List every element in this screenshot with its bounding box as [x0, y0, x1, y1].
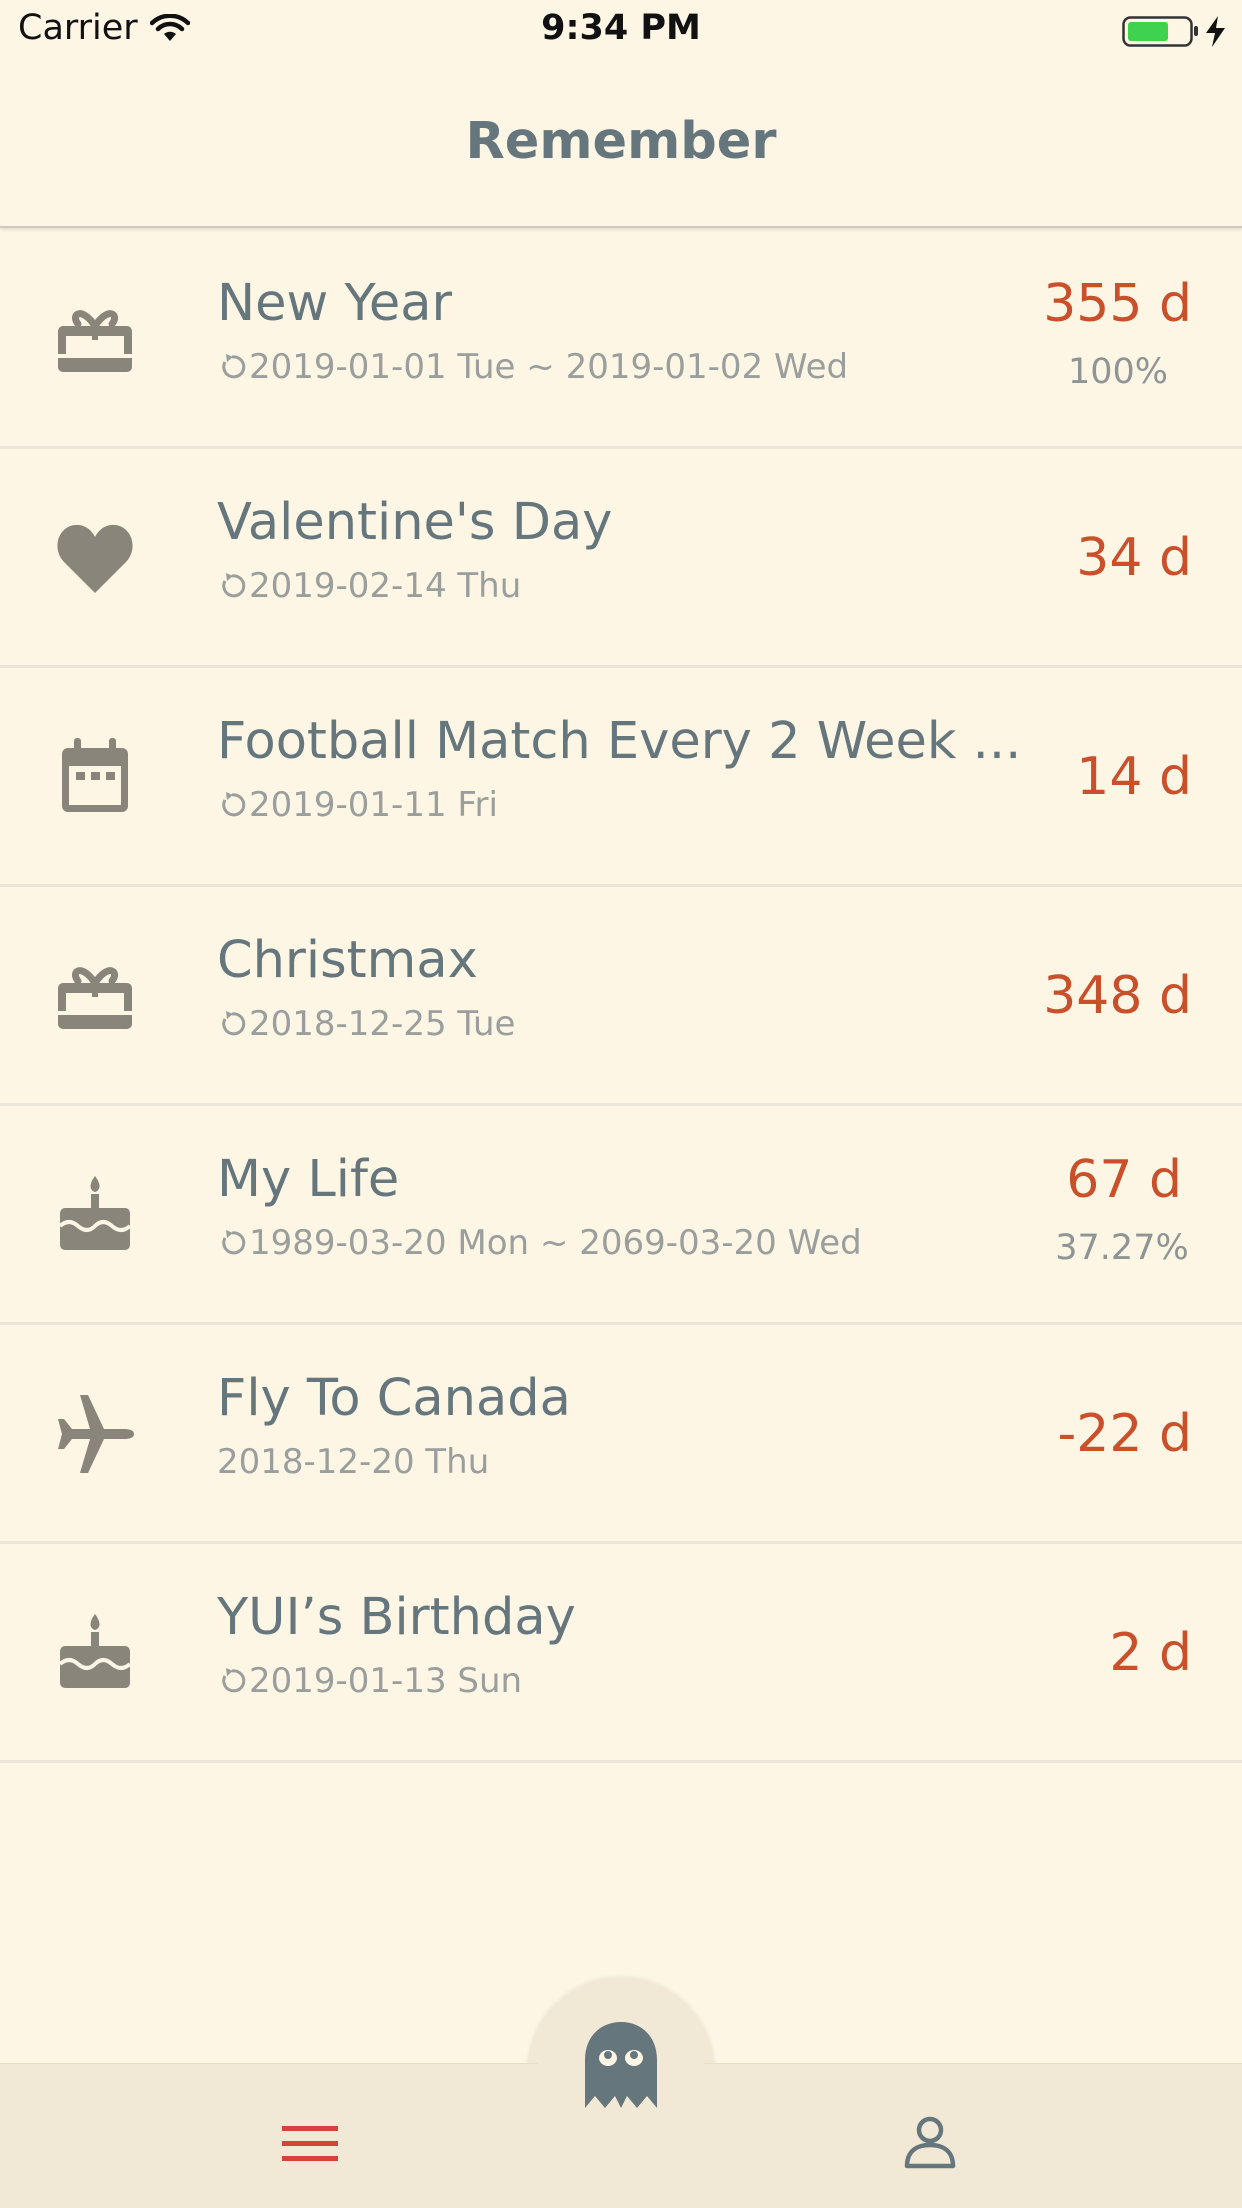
event-dates: 2019-01-01 Tue ~ 2019-01-02 Wed [217, 347, 848, 387]
event-title: My Life [217, 1150, 400, 1209]
status-time: 9:34 PM [541, 8, 701, 48]
repeat-icon [222, 354, 246, 379]
repeat-icon [222, 1230, 246, 1255]
event-date-text: 2019-01-01 Tue ~ 2019-01-02 Wed [249, 347, 849, 387]
repeat-icon [222, 1668, 246, 1693]
event-row-fly-to-canada[interactable]: Fly To Canada 2018-12-20 Thu -22 d [0, 1325, 1242, 1544]
progress-percent: 100% [1067, 352, 1169, 392]
event-date-text: 2018-12-25 Tue [249, 1004, 516, 1044]
event-dates: 1989-03-20 Mon ~ 2069-03-20 Wed [217, 1223, 862, 1263]
event-date-text: 2019-01-13 Sun [249, 1661, 523, 1701]
repeat-icon [222, 1011, 246, 1036]
days-count: 2 d [1109, 1623, 1192, 1683]
ghost-icon[interactable] [581, 2020, 661, 2110]
event-date-text: 2019-02-14 Thu [249, 566, 522, 606]
days-count: 14 d [1076, 747, 1192, 807]
event-title: New Year [217, 274, 453, 333]
gift-icon [52, 296, 138, 382]
event-dates: 2019-01-13 Sun [217, 1661, 522, 1701]
event-title: Valentine's Day [217, 493, 613, 552]
event-title: Football Match Every 2 Week ... [217, 712, 1017, 771]
calendar-icon [52, 734, 138, 820]
event-row-yui-birthday[interactable]: YUI’s Birthday 2019-01-13 Sun 2 d [0, 1544, 1242, 1763]
event-date-text: 2019-01-11 Fri [249, 785, 498, 825]
event-date-text: 2018-12-20 Thu [217, 1442, 490, 1482]
list-icon[interactable] [282, 2120, 338, 2168]
event-row-my-life[interactable]: My Life 1989-03-20 Mon ~ 2069-03-20 Wed … [0, 1106, 1242, 1325]
repeat-icon [222, 792, 246, 817]
event-row-christmax[interactable]: Christmax 2018-12-25 Tue 348 d [0, 887, 1242, 1106]
days-count: 67 d [1066, 1150, 1182, 1210]
navigation-bar: Remember [0, 60, 1242, 228]
status-bar: Carrier 9:34 PM [0, 0, 1242, 60]
days-count: 34 d [1076, 528, 1192, 588]
event-title: Christmax [217, 931, 478, 990]
event-row-new-year[interactable]: New Year 2019-01-01 Tue ~ 2019-01-02 Wed… [0, 230, 1242, 449]
event-dates: 2019-01-11 Fri [217, 785, 498, 825]
days-count: 355 d [1043, 274, 1192, 334]
days-count: 348 d [1043, 966, 1192, 1026]
app-screen: Carrier 9:34 PM Remember New Year 2019-0… [0, 0, 1242, 2208]
event-title: YUI’s Birthday [217, 1588, 576, 1647]
event-dates: 2019-02-14 Thu [217, 566, 521, 606]
page-title: Remember [465, 112, 777, 171]
event-dates: 2018-12-25 Tue [217, 1004, 515, 1044]
event-dates: 2018-12-20 Thu [217, 1442, 489, 1482]
event-date-text: 1989-03-20 Mon ~ 2069-03-20 Wed [249, 1223, 862, 1263]
progress-percent: 37.27% [1055, 1228, 1189, 1268]
days-count: -22 d [1057, 1404, 1192, 1464]
cake-icon [52, 1172, 138, 1258]
heart-icon [52, 515, 138, 601]
gift-icon [52, 953, 138, 1039]
airplane-icon [52, 1391, 138, 1477]
person-icon[interactable] [902, 2114, 958, 2170]
event-list: New Year 2019-01-01 Tue ~ 2019-01-02 Wed… [0, 230, 1242, 1763]
event-row-valentines-day[interactable]: Valentine's Day 2019-02-14 Thu 34 d [0, 449, 1242, 668]
battery-icon [1122, 14, 1234, 52]
cake-icon [52, 1610, 138, 1696]
event-row-football-match[interactable]: Football Match Every 2 Week ... 2019-01-… [0, 668, 1242, 887]
event-title: Fly To Canada [217, 1369, 571, 1428]
repeat-icon [222, 573, 246, 598]
